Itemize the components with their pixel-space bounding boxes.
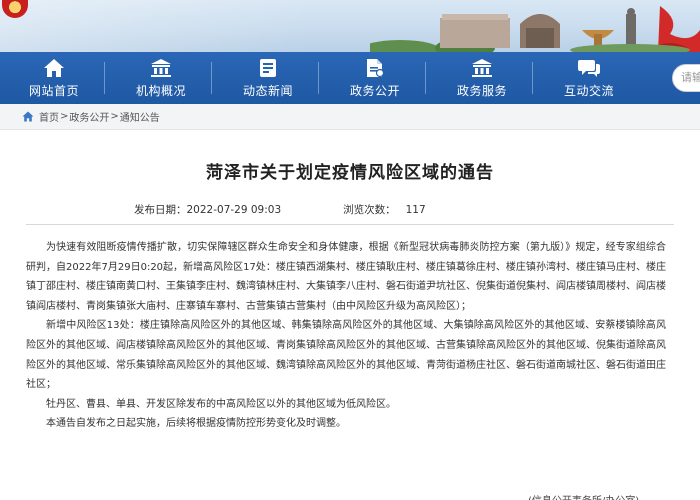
article-meta: 发布日期：2022-07-29 09:03 浏览次数： 117 xyxy=(134,202,426,217)
service-building-icon xyxy=(471,57,493,79)
publish-date: 2022-07-29 09:03 xyxy=(186,204,282,216)
article-signature: (信息公开事务所/办公室) xyxy=(528,492,639,500)
article-paragraph: 牡丹区、曹县、单县、开发区除发布的中高风险区以外的其他区域为低风险区。 xyxy=(46,398,396,410)
nav-item-government-affairs[interactable]: 政务公开 xyxy=(327,52,423,104)
nav-divider xyxy=(211,62,212,94)
header-banner xyxy=(0,0,700,52)
nav-item-news[interactable]: 动态新闻 xyxy=(220,52,316,104)
nav-item-label: 政务公开 xyxy=(349,84,400,98)
nav-divider xyxy=(532,62,533,94)
breadcrumb-notices-link[interactable]: 通知公告 xyxy=(120,109,160,124)
nav-divider xyxy=(318,62,319,94)
document-icon xyxy=(364,57,386,79)
breadcrumb: 首页 > 政务公开 > 通知公告 xyxy=(0,104,700,130)
home-icon xyxy=(22,111,34,122)
nav-item-label: 机构概况 xyxy=(135,84,186,98)
title-divider xyxy=(26,224,674,225)
article-title: 菏泽市关于划定疫情风险区域的通告 xyxy=(206,163,494,183)
article-paragraph: 本通告自发布之日起实施，后续将根据疫情防控形势变化及时调整。 xyxy=(46,418,346,430)
nav-item-label: 互动交流 xyxy=(563,84,614,98)
city-skyline-image xyxy=(370,6,700,52)
view-count-label: 浏览次数： xyxy=(343,204,396,216)
publish-date-label: 发布日期： xyxy=(134,204,187,216)
nav-divider xyxy=(104,62,105,94)
breadcrumb-separator: > xyxy=(110,111,119,122)
breadcrumb-home-link[interactable]: 首页 xyxy=(39,109,59,124)
nav-item-label: 网站首页 xyxy=(28,84,79,98)
nav-item-label: 动态新闻 xyxy=(242,84,293,98)
main-navigation: 网站首页 机构概况 动态新闻 政务公开 政务服务 互动交流 xyxy=(0,52,700,104)
nav-item-home[interactable]: 网站首页 xyxy=(6,52,102,104)
news-icon xyxy=(257,57,279,79)
nav-item-label: 政务服务 xyxy=(456,84,507,98)
home-icon xyxy=(43,57,65,79)
article-paragraph: 为快速有效阻断疫情传播扩散，切实保障辖区群众生命安全和身体健康，根据《新型冠状病… xyxy=(26,242,666,312)
chat-icon xyxy=(578,57,600,79)
nav-item-government-services[interactable]: 政务服务 xyxy=(434,52,530,104)
search-input[interactable]: 请输入 xyxy=(672,64,700,92)
article-paragraph: 新增中风险区13处：楼庄镇除高风险区外的其他区域、韩集镇除高风险区外的其他区域、… xyxy=(26,320,666,391)
article-body: 为快速有效阻断疫情传播扩散，切实保障辖区群众生命安全和身体健康，根据《新型冠状病… xyxy=(26,238,666,434)
nav-item-interaction[interactable]: 互动交流 xyxy=(541,52,637,104)
breadcrumb-government-affairs-link[interactable]: 政务公开 xyxy=(69,109,109,124)
nav-divider xyxy=(425,62,426,94)
view-count: 117 xyxy=(405,204,426,216)
nav-item-institution[interactable]: 机构概况 xyxy=(113,52,209,104)
institution-icon xyxy=(150,57,172,79)
breadcrumb-separator: > xyxy=(60,111,69,122)
